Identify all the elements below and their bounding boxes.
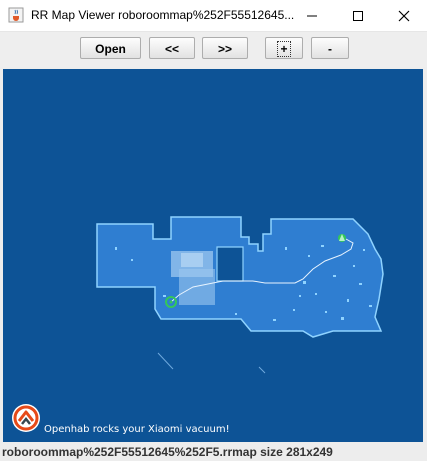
map-overlay-text: Openhab rocks your Xiaomi vacuum! xyxy=(44,424,230,435)
zone-rectangle xyxy=(181,253,203,267)
close-icon xyxy=(398,10,410,22)
openhab-logo-icon xyxy=(12,404,40,432)
status-text: roboroommap%252F55512645%252F5.rrmap siz… xyxy=(2,445,333,459)
maximize-icon xyxy=(353,11,363,21)
map-canvas[interactable]: Openhab rocks your Xiaomi vacuum! xyxy=(3,69,423,442)
map-frame: Openhab rocks your Xiaomi vacuum! xyxy=(0,67,427,442)
maximize-button[interactable] xyxy=(335,0,381,31)
open-button[interactable]: Open xyxy=(80,37,141,59)
zone-rectangle xyxy=(179,269,215,305)
stray-marks xyxy=(157,352,266,374)
toolbar: Open << >> + - xyxy=(0,32,427,67)
previous-button[interactable]: << xyxy=(149,37,195,59)
zoom-out-button-label: - xyxy=(328,42,332,56)
next-button[interactable]: >> xyxy=(202,37,248,59)
zoom-out-button[interactable]: - xyxy=(311,37,349,59)
title-bar: RR Map Viewer roboroommap%252F55512645..… xyxy=(0,0,427,32)
window-title: RR Map Viewer roboroommap%252F55512645..… xyxy=(31,8,295,22)
previous-button-label: << xyxy=(164,42,179,56)
next-button-label: >> xyxy=(217,42,232,56)
status-bar: roboroommap%252F55512645%252F5.rrmap siz… xyxy=(0,442,427,461)
zoom-in-button[interactable]: + xyxy=(265,37,303,59)
dock-marker xyxy=(338,234,346,242)
zoom-in-button-label: + xyxy=(277,41,291,57)
open-button-label: Open xyxy=(95,42,126,56)
java-cup-icon xyxy=(8,7,24,23)
minimize-button[interactable] xyxy=(289,0,335,31)
minimize-icon xyxy=(307,15,317,17)
corridor-gap xyxy=(216,246,244,282)
close-button[interactable] xyxy=(381,0,427,31)
vacuum-map xyxy=(96,216,384,374)
